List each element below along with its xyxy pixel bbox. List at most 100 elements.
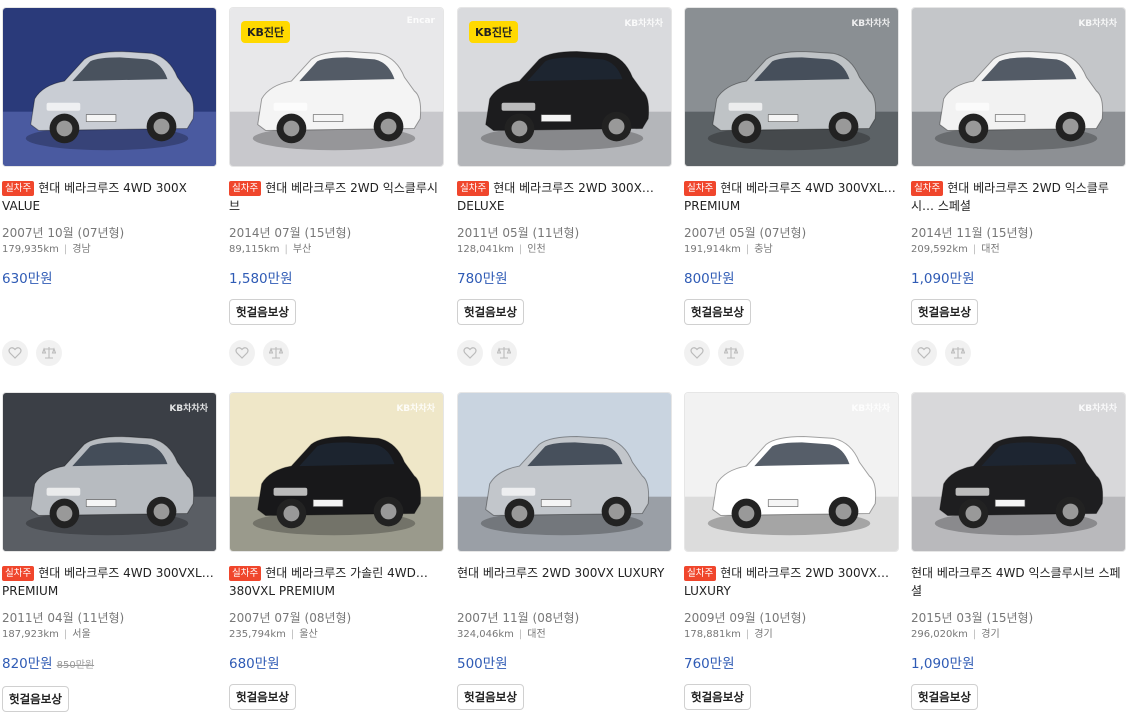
live-owner-tag: 실차주	[2, 181, 35, 196]
price: 780만원	[457, 270, 673, 288]
car-thumbnail[interactable]: KB진단 Encar	[229, 7, 444, 167]
listing-card[interactable]: KB차차차 현대 베라크루즈 4WD 익스클루시브 스페셜 2015년 03월 …	[911, 392, 1127, 710]
separator: |	[284, 244, 288, 255]
compare-button[interactable]	[263, 340, 289, 366]
listing-title-row[interactable]: 실차주 현대 베라크루즈 2WD 300VX… LUXURY	[684, 564, 900, 600]
listing-date: 2015년 03월 (15년형)	[911, 611, 1034, 625]
listing-date: 2007년 10월 (07년형)	[2, 226, 125, 240]
listing-meta: 191,914km | 충남	[684, 243, 900, 257]
wasted-trip-compensation-badge: 헛걸음보상	[684, 299, 751, 325]
price: 800만원	[684, 270, 900, 288]
car-thumbnail[interactable]	[457, 392, 672, 552]
mileage: 296,020km	[911, 629, 968, 640]
listing-meta: 179,935km | 경남	[2, 243, 218, 257]
listing-meta: 187,923km | 서울	[2, 628, 218, 642]
region: 울산	[299, 629, 318, 640]
car-thumbnail[interactable]: KB차차차	[911, 7, 1126, 167]
original-price: 850만원	[56, 660, 95, 671]
price: 680만원	[229, 655, 445, 673]
live-owner-tag: 실차주	[457, 181, 490, 196]
favorite-button[interactable]	[911, 340, 937, 366]
listing-meta: 296,020km | 경기	[911, 628, 1127, 642]
listing-title[interactable]: 현대 베라크루즈 2WD 300VX LUXURY	[457, 566, 664, 580]
car-thumbnail[interactable]: KB차차차	[684, 392, 899, 552]
car-thumbnail[interactable]: KB차차차	[2, 392, 217, 552]
compare-button[interactable]	[945, 340, 971, 366]
listing-title-row[interactable]: 실차주 현대 베라크루즈 2WD 익스클루시… 스페셜	[911, 179, 1127, 215]
listing-actions	[684, 340, 900, 368]
current-price: 800만원	[684, 271, 735, 287]
listing-date: 2007년 05월 (07년형)	[684, 226, 807, 240]
mileage: 178,881km	[684, 629, 741, 640]
current-price: 780만원	[457, 271, 508, 287]
car-thumbnail[interactable]	[2, 7, 217, 167]
listing-card[interactable]: 현대 베라크루즈 2WD 300VX LUXURY 2007년 11월 (08년…	[457, 392, 673, 710]
listing-title-row[interactable]: 현대 베라크루즈 2WD 300VX LUXURY	[457, 564, 673, 600]
listing-title-row[interactable]: 실차주 현대 베라크루즈 4WD 300VXL… PREMIUM	[2, 564, 218, 600]
current-price: 1,090만원	[911, 656, 975, 672]
wasted-trip-compensation-badge: 헛걸음보상	[229, 684, 296, 710]
separator: |	[63, 629, 68, 640]
watermark: Encar	[406, 16, 435, 26]
car-photo	[3, 393, 216, 551]
kb-diagnosis-badge: KB진단	[241, 21, 291, 43]
compare-button[interactable]	[36, 340, 62, 366]
listing-grid: 실차주 현대 베라크루즈 4WD 300X VALUE 2007년 10월 (07…	[0, 0, 1131, 717]
mileage: 179,935km	[2, 244, 59, 255]
listing-title-row[interactable]: 실차주 현대 베라크루즈 2WD 익스클루시브	[229, 179, 445, 215]
wasted-trip-compensation-badge: 헛걸음보상	[2, 686, 69, 712]
price: 820만원 850만원	[2, 655, 218, 675]
listing-card[interactable]: KB차차차 실차주 현대 베라크루즈 2WD 300VX… LUXURY 2009…	[684, 392, 900, 710]
favorite-button[interactable]	[229, 340, 255, 366]
car-thumbnail[interactable]: KB차차차	[684, 7, 899, 167]
listing-title-row[interactable]: 실차주 현대 베라크루즈 4WD 300VXL… PREMIUM	[684, 179, 900, 215]
listing-card[interactable]: KB진단 Encar 실차주 현대 베라크루즈 2WD 익스클루시브 2014년 …	[229, 7, 445, 368]
listing-card[interactable]: KB차차차 실차주 현대 베라크루즈 4WD 300VXL… PREMIUM 20…	[2, 392, 218, 712]
listing-card[interactable]: KB차차차 실차주 현대 베라크루즈 4WD 300VXL… PREMIUM 20…	[684, 7, 900, 368]
car-photo	[3, 8, 216, 166]
favorite-button[interactable]	[2, 340, 28, 366]
region: 경기	[754, 629, 773, 640]
listing-actions	[229, 340, 445, 368]
listing-meta: 128,041km | 인천	[457, 243, 673, 257]
listing-title-row[interactable]: 현대 베라크루즈 4WD 익스클루시브 스페셜	[911, 564, 1127, 600]
car-thumbnail[interactable]: KB차차차	[911, 392, 1126, 552]
mileage: 89,115km	[229, 244, 280, 255]
mileage: 235,794km	[229, 629, 286, 640]
listing-meta: 209,592km | 대전	[911, 243, 1127, 257]
region: 서울	[72, 629, 91, 640]
watermark: KB차차차	[169, 404, 208, 414]
favorite-button[interactable]	[457, 340, 483, 366]
listing-date: 2014년 07월 (15년형)	[229, 226, 352, 240]
car-thumbnail[interactable]: KB진단 KB차차차	[457, 7, 672, 167]
listing-meta: 89,115km | 부산	[229, 243, 445, 257]
live-owner-tag: 실차주	[2, 566, 35, 581]
separator: |	[972, 244, 977, 255]
favorite-button[interactable]	[684, 340, 710, 366]
current-price: 500만원	[457, 656, 508, 672]
listing-date: 2011년 05월 (11년형)	[457, 226, 580, 240]
listing-title-row[interactable]: 실차주 현대 베라크루즈 2WD 300X… DELUXE	[457, 179, 673, 215]
current-price: 1,580만원	[229, 271, 293, 287]
compare-button[interactable]	[491, 340, 517, 366]
car-photo	[230, 393, 443, 551]
listing-card[interactable]: KB진단 KB차차차 실차주 현대 베라크루즈 2WD 300X… DELUXE …	[457, 7, 673, 368]
listing-date: 2009년 09월 (10년형)	[684, 611, 807, 625]
watermark: KB차차차	[396, 404, 435, 414]
listing-title[interactable]: 현대 베라크루즈 4WD 익스클루시브 스페셜	[911, 566, 1121, 598]
region: 경남	[72, 244, 91, 255]
listing-card[interactable]: 실차주 현대 베라크루즈 4WD 300X VALUE 2007년 10월 (07…	[2, 7, 218, 368]
listing-card[interactable]: KB차차차 실차주 현대 베라크루즈 가솔린 4WD… 380VXL PREMIU…	[229, 392, 445, 710]
current-price: 680만원	[229, 656, 280, 672]
wasted-trip-compensation-badge: 헛걸음보상	[911, 299, 978, 325]
price: 1,580만원	[229, 270, 445, 288]
price: 1,090만원	[911, 270, 1127, 288]
listing-date: 2011년 04월 (11년형)	[2, 611, 125, 625]
separator: |	[518, 244, 523, 255]
compare-button[interactable]	[718, 340, 744, 366]
listing-title-row[interactable]: 실차주 현대 베라크루즈 가솔린 4WD… 380VXL PREMIUM	[229, 564, 445, 600]
listing-card[interactable]: KB차차차 실차주 현대 베라크루즈 2WD 익스클루시… 스페셜 2014년 1…	[911, 7, 1127, 368]
car-thumbnail[interactable]: KB차차차	[229, 392, 444, 552]
listing-title-row[interactable]: 실차주 현대 베라크루즈 4WD 300X VALUE	[2, 179, 218, 215]
